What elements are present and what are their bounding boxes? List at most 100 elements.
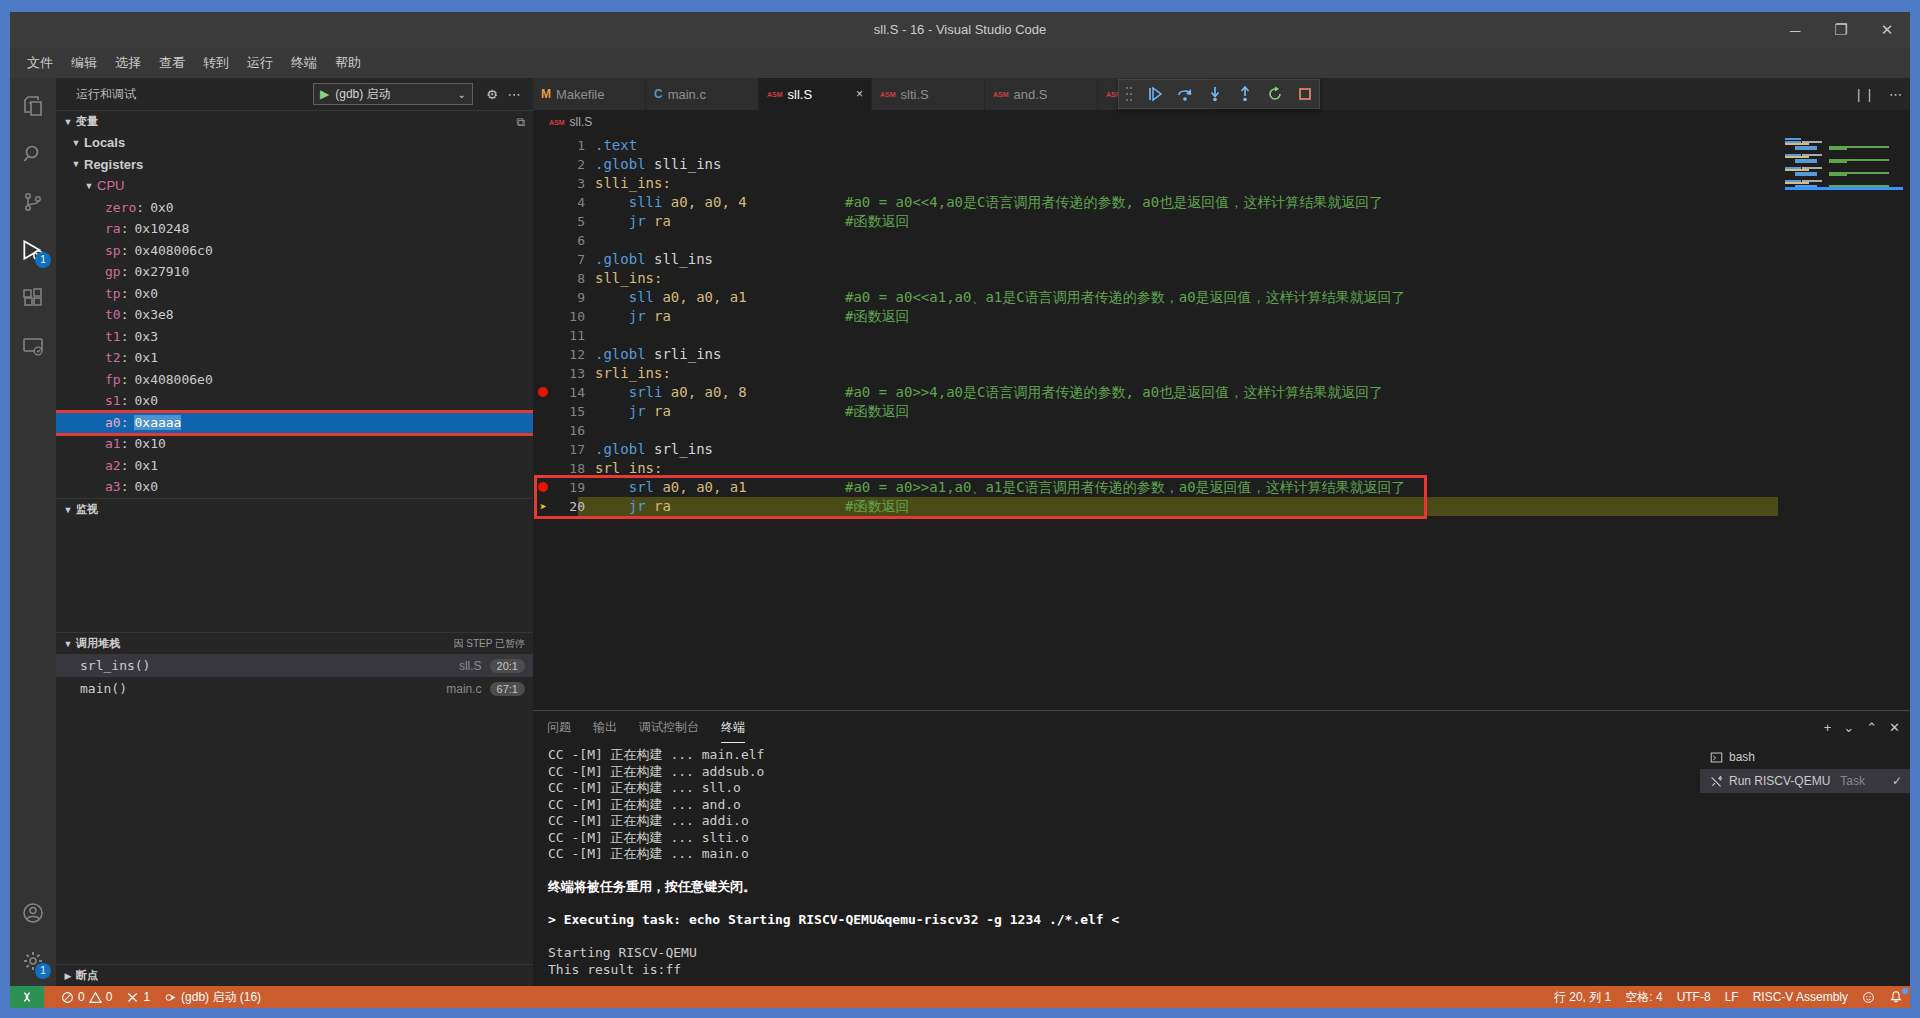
register-row-a2[interactable]: a2:0x1 (56, 455, 533, 477)
tab-main.c[interactable]: Cmain.c (646, 78, 759, 110)
code-editor[interactable]: 1.text2.globl slli_ins3slli_ins:4 slli a… (533, 134, 1910, 710)
collapse-all-icon[interactable]: ⧉ (516, 115, 525, 129)
variables-section-header[interactable]: ▼ 变量 ⧉ (56, 110, 533, 132)
debug-restart-icon[interactable] (1267, 86, 1283, 102)
panel-tab-终端[interactable]: 终端 (721, 711, 745, 743)
code-line-9[interactable]: 9 sll a0, a0, a1#a0 = a0<<a1,a0、a1是C语言调用… (533, 288, 1910, 307)
code-line-12[interactable]: 12.globl srli_ins (533, 345, 1910, 364)
code-line-14[interactable]: 14 srli a0, a0, 8#a0 = a0>>4,a0是C语言调用者传递… (533, 383, 1910, 402)
tree-item-registers[interactable]: ▼Registers (56, 154, 533, 176)
tab-and.S[interactable]: ASMand.S (985, 78, 1098, 110)
code-line-2[interactable]: 2.globl slli_ins (533, 155, 1910, 174)
notifications-bell-icon[interactable] (1882, 986, 1910, 1008)
debug-continue-icon[interactable] (1147, 86, 1163, 102)
code-line-5[interactable]: 5 jr ra#函数返回 (533, 212, 1910, 231)
callstack-frame-0[interactable]: srl_ins()sll.S20:1 (56, 654, 533, 677)
tasks-status[interactable]: 1 (119, 986, 157, 1008)
register-row-a1[interactable]: a1:0x10 (56, 433, 533, 455)
debug-step-over-icon[interactable] (1177, 86, 1193, 102)
panel-tab-调试控制台[interactable]: 调试控制台 (639, 711, 699, 743)
indentation[interactable]: 空格: 4 (1618, 986, 1669, 1008)
register-row-fp[interactable]: fp:0x408006e0 (56, 369, 533, 391)
code-line-11[interactable]: 11 (533, 326, 1910, 345)
code-line-4[interactable]: 4 slli a0, a0, 4#a0 = a0<<4,a0是C语言调用者传递的… (533, 193, 1910, 212)
code-line-15[interactable]: 15 jr ra#函数返回 (533, 402, 1910, 421)
debug-step-out-icon[interactable] (1237, 86, 1253, 102)
code-line-16[interactable]: 16 (533, 421, 1910, 440)
problems-status[interactable]: 0 0 (54, 986, 119, 1008)
tree-item-cpu[interactable]: ▼CPU (56, 175, 533, 197)
extensions-icon[interactable] (10, 278, 56, 318)
settings-icon[interactable]: 1 (10, 941, 56, 981)
tab-slti.S[interactable]: ASMslti.S (872, 78, 985, 110)
code-line-10[interactable]: 10 jr ra#函数返回 (533, 307, 1910, 326)
run-and-debug-icon[interactable]: 1 (10, 230, 56, 270)
terminal-list-item-Run RISCV-QEMU[interactable]: Run RISCV-QEMUTask✓ (1700, 769, 1910, 793)
debug-config-dropdown[interactable]: ▶ (gdb) 启动 ⌄ (313, 83, 473, 105)
feedback-icon[interactable] (1855, 986, 1882, 1008)
search-icon[interactable] (10, 134, 56, 174)
breakpoints-section-header[interactable]: ▶ 断点 (56, 964, 533, 986)
breadcrumb[interactable]: ASM sll.S (533, 110, 1910, 134)
menu-item-3[interactable]: 查看 (150, 48, 194, 78)
debug-start-icon[interactable]: ▶ (320, 87, 329, 101)
dropdown-icon[interactable]: ⌄ (1843, 720, 1854, 735)
close-icon[interactable]: × (856, 87, 863, 101)
menu-item-2[interactable]: 选择 (106, 48, 150, 78)
menu-item-7[interactable]: 帮助 (326, 48, 370, 78)
remote-indicator[interactable] (10, 986, 44, 1008)
cursor-position[interactable]: 行 20, 列 1 (1547, 986, 1618, 1008)
register-row-zero[interactable]: zero:0x0 (56, 197, 533, 219)
minimize-button[interactable]: ─ (1772, 12, 1818, 48)
more-actions-icon[interactable]: ⋯ (503, 83, 525, 105)
code-line-8[interactable]: 8sll_ins: (533, 269, 1910, 288)
language-mode[interactable]: RISC-V Assembly (1746, 986, 1855, 1008)
close-panel-icon[interactable]: ✕ (1889, 720, 1900, 735)
debug-status[interactable]: (gdb) 启动 (16) (157, 986, 268, 1008)
code-line-19[interactable]: 19 srl a0, a0, a1#a0 = a0>>a1,a0、a1是C语言调… (533, 478, 1910, 497)
code-line-1[interactable]: 1.text (533, 136, 1910, 155)
code-line-3[interactable]: 3slli_ins: (533, 174, 1910, 193)
restore-button[interactable]: ❐ (1818, 12, 1864, 48)
menu-item-6[interactable]: 终端 (282, 48, 326, 78)
watch-section-header[interactable]: ▼ 监视 (56, 498, 533, 520)
account-icon[interactable] (10, 893, 56, 933)
gear-icon[interactable]: ⚙ (481, 83, 503, 105)
new-terminal-icon[interactable]: + (1824, 720, 1832, 735)
register-row-a0[interactable]: a0:0xaaaa (56, 412, 533, 434)
terminal-output[interactable]: CC -[M] 正在构建 ... main.elfCC -[M] 正在构建 ..… (533, 743, 1700, 986)
menu-item-1[interactable]: 编辑 (62, 48, 106, 78)
register-row-gp[interactable]: gp:0x27910 (56, 261, 533, 283)
code-line-13[interactable]: 13srli_ins: (533, 364, 1910, 383)
code-line-7[interactable]: 7.globl sll_ins (533, 250, 1910, 269)
code-line-18[interactable]: 18srl_ins: (533, 459, 1910, 478)
terminal-list-item-bash[interactable]: bash (1700, 745, 1910, 769)
close-button[interactable]: ✕ (1864, 12, 1910, 48)
more-actions-icon[interactable]: ⋯ (1889, 87, 1902, 102)
encoding[interactable]: UTF-8 (1670, 986, 1718, 1008)
eol[interactable]: LF (1718, 986, 1746, 1008)
register-row-t0[interactable]: t0:0x3e8 (56, 304, 533, 326)
code-line-17[interactable]: 17.globl srl_ins (533, 440, 1910, 459)
register-row-sp[interactable]: sp:0x408006c0 (56, 240, 533, 262)
register-row-s1[interactable]: s1:0x0 (56, 390, 533, 412)
breakpoint-icon[interactable] (538, 387, 548, 397)
register-row-tp[interactable]: tp:0x0 (56, 283, 533, 305)
split-editor-icon[interactable]: ❘❘ (1853, 87, 1875, 102)
menu-item-0[interactable]: 文件 (18, 48, 62, 78)
remote-explorer-icon[interactable] (10, 326, 56, 366)
source-control-icon[interactable] (10, 182, 56, 222)
tree-item-locals[interactable]: ▼Locals (56, 132, 533, 154)
register-row-ra[interactable]: ra:0x10248 (56, 218, 533, 240)
panel-tab-问题[interactable]: 问题 (547, 711, 571, 743)
breakpoint-icon[interactable] (538, 482, 548, 492)
panel-tab-输出[interactable]: 输出 (593, 711, 617, 743)
tab-sll.S[interactable]: ASMsll.S× (759, 78, 872, 110)
register-row-t1[interactable]: t1:0x3 (56, 326, 533, 348)
callstack-section-header[interactable]: ▼ 调用堆栈 因 STEP 已暂停 (56, 632, 533, 654)
debug-step-into-icon[interactable] (1207, 86, 1223, 102)
code-line-20[interactable]: ➤20 jr ra#函数返回 (533, 497, 1910, 516)
register-row-t2[interactable]: t2:0x1 (56, 347, 533, 369)
register-row-a3[interactable]: a3:0x0 (56, 476, 533, 498)
explorer-icon[interactable] (10, 86, 56, 126)
